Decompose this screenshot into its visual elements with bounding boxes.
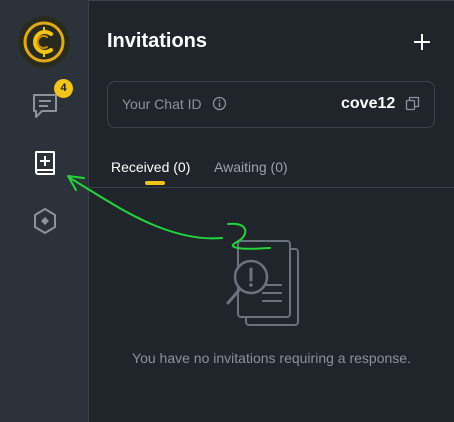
add-contact-icon	[35, 151, 55, 175]
info-icon[interactable]	[212, 96, 227, 111]
empty-state-illustration	[216, 233, 316, 333]
empty-state-message: You have no invitations requiring a resp…	[132, 350, 411, 366]
add-invitation-button[interactable]	[412, 32, 432, 52]
plus-icon	[414, 34, 430, 50]
copy-icon[interactable]	[405, 96, 420, 111]
invitations-button[interactable]	[28, 147, 62, 181]
chat-id-label: Your Chat ID	[122, 96, 202, 112]
chat-id-box: Your Chat ID cove12	[107, 81, 435, 128]
page-title: Invitations	[107, 30, 208, 52]
tab-received[interactable]: Received (0)	[111, 159, 190, 175]
left-sidebar: 4	[0, 0, 89, 422]
hex-diamond-icon	[34, 208, 56, 234]
app-logo[interactable]	[18, 16, 70, 68]
document-alert-icon	[226, 240, 299, 326]
tab-awaiting[interactable]: Awaiting (0)	[214, 159, 288, 175]
active-tab-indicator	[145, 181, 165, 185]
invitations-panel: Invitations Your Chat ID cove12 Received…	[89, 0, 454, 422]
notification-badge: 4	[54, 79, 73, 98]
chat-id-value: cove12	[341, 95, 396, 112]
hex-button[interactable]	[28, 204, 62, 238]
coin-logo-icon	[20, 18, 68, 66]
tab-bar: Received (0) Awaiting (0)	[89, 145, 454, 188]
